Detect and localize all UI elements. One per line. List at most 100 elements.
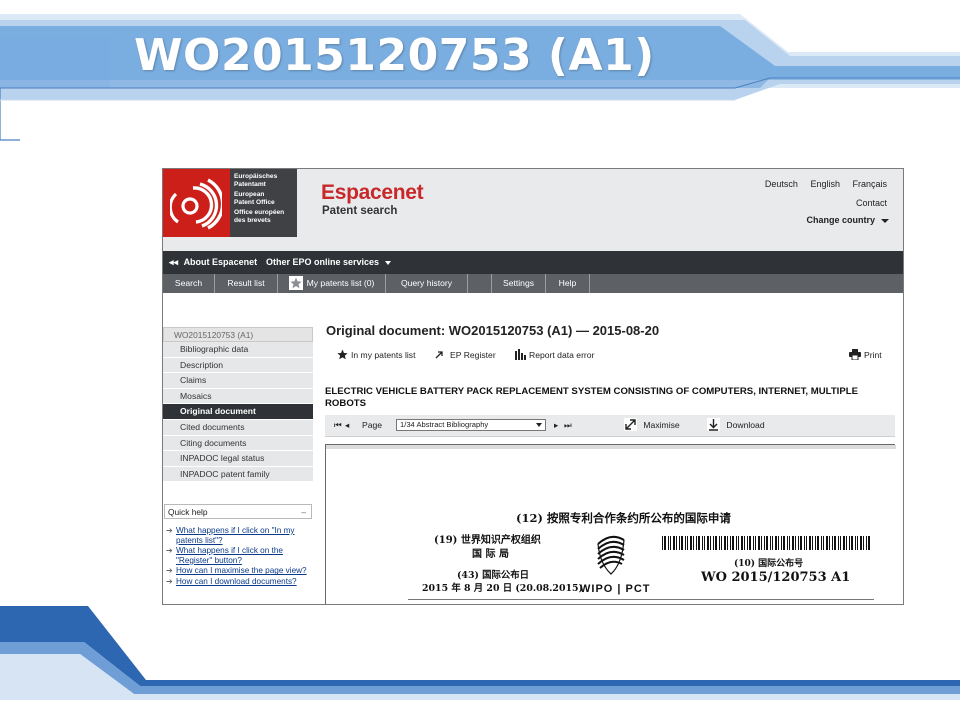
barcode-stripe <box>809 536 811 550</box>
quick-help-link-maximise[interactable]: How can I maximise the page view? <box>176 566 307 575</box>
star-icon <box>337 349 348 360</box>
first-page-icon[interactable]: ⏮ <box>334 420 342 431</box>
barcode-stripe <box>730 536 731 550</box>
quick-help-header[interactable]: Quick help – <box>164 504 312 519</box>
printer-icon <box>849 349 861 361</box>
barcode-stripe <box>800 536 802 550</box>
sidebar-item-cited-documents[interactable]: Cited documents <box>163 419 313 436</box>
espacenet-screenshot: Europäisches Patentamt European Patent O… <box>162 168 904 605</box>
quick-help-link-register[interactable]: What happens if I click on the "Register… <box>176 546 283 565</box>
barcode-stripe <box>747 536 748 550</box>
slide-title: WO2015120753 (A1) <box>134 30 655 81</box>
barcode-stripe <box>832 536 833 550</box>
barcode-stripe <box>687 536 688 550</box>
quick-help-item: ➔ How can I maximise the page view? <box>166 566 312 576</box>
lang-english[interactable]: English <box>810 179 840 189</box>
barcode-stripe <box>795 536 796 550</box>
brand-subtitle: Patent search <box>322 205 398 217</box>
quick-help-link-patents-list[interactable]: What happens if I click on "In my patent… <box>176 526 295 545</box>
barcode-stripe <box>821 536 822 550</box>
ep-register-label: EP Register <box>450 350 496 360</box>
sidebar-item-mosaics[interactable]: Mosaics <box>163 388 313 405</box>
sidebar-item-citing-documents[interactable]: Citing documents <box>163 435 313 452</box>
page-select[interactable]: 1/34 Abstract Bibliography <box>396 419 546 431</box>
barcode-stripe <box>715 536 717 550</box>
barcode-stripe <box>766 536 768 550</box>
other-services-dropdown[interactable]: Other EPO online services <box>266 257 392 267</box>
sidebar-item-original-document[interactable]: Original document <box>163 404 313 420</box>
arrow-right-icon: ➔ <box>166 576 173 586</box>
document-page-view[interactable]: (12) 按照专利合作条约所公布的国际申请 (19) 世界知识产权组织 国 际 … <box>325 444 896 604</box>
ep-register-button[interactable]: EP Register <box>434 350 496 360</box>
tab-query-history[interactable]: Query history <box>386 274 468 293</box>
previous-page-icon[interactable]: ◂ <box>345 420 349 431</box>
brand-name[interactable]: Espacenet <box>321 181 424 205</box>
download-label: Download <box>726 419 765 430</box>
barcode-stripe <box>693 536 694 550</box>
lang-francais[interactable]: Français <box>852 179 887 189</box>
epo-logo-text: Europäisches Patentamt European Patent O… <box>234 173 285 224</box>
report-data-error-label: Report data error <box>529 350 595 360</box>
change-country-label: Change country <box>806 215 875 225</box>
barcode-stripe <box>778 536 779 550</box>
sidebar-document-id: WO2015120753 (A1) <box>163 327 313 342</box>
barcode-stripe <box>681 536 683 550</box>
document-actions: In my patents list EP Register Report da… <box>325 349 897 366</box>
barcode-stripe <box>772 536 773 550</box>
other-services-label: Other EPO online services <box>266 257 380 267</box>
barcode-stripe <box>866 536 867 550</box>
barcode-stripe <box>804 536 805 550</box>
tab-search[interactable]: Search <box>163 274 215 293</box>
barcode-stripe <box>787 536 788 550</box>
doc-publication-type: (12) 按照专利合作条约所公布的国际申请 <box>516 511 731 525</box>
sidebar-item-description[interactable]: Description <box>163 357 313 374</box>
tab-my-patents-list[interactable]: My patents list (0) <box>278 274 386 293</box>
barcode-stripe <box>736 536 737 550</box>
quick-help-title: Quick help <box>168 507 208 517</box>
barcode-stripe <box>761 536 762 550</box>
barcode-stripe <box>662 536 663 550</box>
sidebar-item-inpadoc-legal-status[interactable]: INPADOC legal status <box>163 451 313 467</box>
sidebar-item-inpadoc-patent-family[interactable]: INPADOC patent family <box>163 466 313 483</box>
about-espacenet-link[interactable]: ◂◂ About Espacenet <box>169 257 257 268</box>
doc-pub-number-label: (10) 国际公布号 <box>734 559 804 569</box>
print-button[interactable]: Print <box>849 349 882 361</box>
quick-help-link-download[interactable]: How can I download documents? <box>176 577 297 586</box>
change-country-dropdown[interactable]: Change country <box>806 215 889 225</box>
tab-result-list[interactable]: Result list <box>215 274 278 293</box>
tab-settings[interactable]: Settings <box>492 274 546 293</box>
tab-blank[interactable] <box>468 274 492 293</box>
star-icon <box>288 275 303 290</box>
sidebar-item-claims[interactable]: Claims <box>163 373 313 389</box>
maximise-button[interactable]: Maximise <box>624 418 680 431</box>
barcode-stripe <box>823 536 824 550</box>
wipo-globe-icon <box>597 535 625 575</box>
download-button[interactable]: Download <box>707 418 765 431</box>
tab-help[interactable]: Help <box>546 274 590 293</box>
barcode-stripe <box>838 536 839 550</box>
barcode-stripe <box>860 536 862 550</box>
minimize-icon[interactable]: – <box>301 505 306 520</box>
page-label: Page <box>362 420 383 430</box>
barcode-stripe <box>707 536 709 550</box>
barcode-stripe <box>696 536 697 550</box>
chevron-down-icon <box>536 423 542 427</box>
lang-deutsch[interactable]: Deutsch <box>765 179 798 189</box>
in-my-patents-list-button[interactable]: In my patents list <box>337 349 415 360</box>
contact-link[interactable]: Contact <box>856 198 887 208</box>
report-data-error-button[interactable]: Report data error <box>515 349 595 361</box>
sidebar-item-bibliographic-data[interactable]: Bibliographic data <box>163 342 313 358</box>
quick-help-item: ➔ What happens if I click on the "Registe… <box>166 546 312 565</box>
barcode-stripe <box>676 536 677 550</box>
last-page-icon[interactable]: ⏭ <box>564 420 572 431</box>
barcode-stripe <box>855 536 856 550</box>
barcode-stripe <box>857 536 858 550</box>
barcode-stripe <box>744 536 745 550</box>
page-top-shadow <box>326 445 896 449</box>
double-chevron-left-icon: ◂◂ <box>169 257 179 267</box>
barcode-stripe <box>758 536 760 550</box>
next-page-icon[interactable]: ▸ <box>554 420 558 431</box>
barcode-stripe <box>846 536 847 550</box>
epo-logo[interactable]: Europäisches Patentamt European Patent O… <box>163 169 297 237</box>
barcode-stripe <box>783 536 785 550</box>
